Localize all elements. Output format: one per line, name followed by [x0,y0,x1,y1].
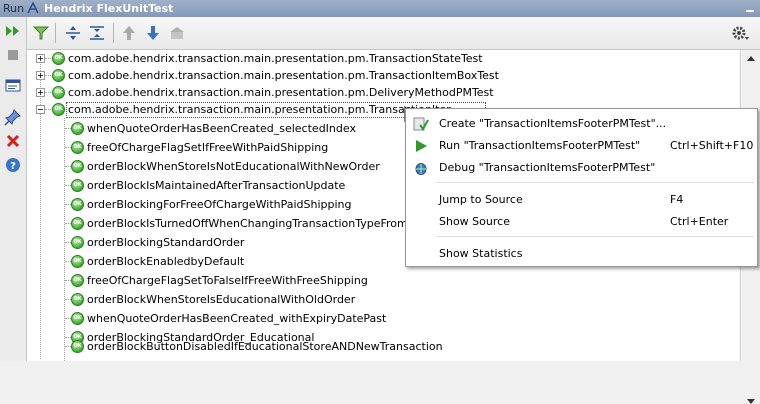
run-icon [416,140,427,152]
menu-separator [436,236,754,237]
test-method-label: orderBlockingStandardOrder [87,236,245,249]
title-bar: Run Hendrix FlexUnitTest [0,0,760,17]
test-passed-icon: OK [71,293,84,306]
expand-all-icon[interactable] [64,24,82,42]
filter-icon[interactable] [32,24,50,42]
debug-icon [415,163,427,175]
help-icon[interactable]: ? [4,156,22,174]
expand-toggle[interactable] [36,54,45,63]
test-method-label: orderBlockWhenStoreIsNotEducationalWithN… [87,160,380,173]
test-method-row[interactable]: OK orderBlockWhenStoreIsEducationalWithO… [27,291,727,309]
pin-icon[interactable] [4,108,22,126]
test-method-label: whenQuoteOrderHasBeenCreated_selectedInd… [87,122,356,135]
test-passed-icon: OK [71,141,84,154]
collapse-toggle[interactable] [36,105,45,114]
scroll-down-icon[interactable] [747,399,755,404]
collapse-all-icon[interactable] [88,24,106,42]
menu-item-label: Debug "TransactionItemsFooterPMTest" [439,161,656,174]
test-class-label: com.adobe.hendrix.transaction.main.prese… [68,52,483,65]
expand-toggle[interactable] [36,88,45,97]
tree-connector [45,92,51,93]
flexunit-run-config-icon [27,1,39,14]
test-passed-icon: OK [71,236,84,249]
scroll-up-icon[interactable] [747,56,755,61]
create-config-icon [413,117,429,131]
test-passed-icon: OK [71,217,84,230]
stop-icon[interactable] [4,46,22,64]
context-menu: Create "TransactionItemsFooterPMTest"...… [405,108,758,267]
menu-separator [436,182,754,183]
run-label: Run [3,2,25,15]
test-method-label: orderBlockIsTurnedOffWhenChangingTransac… [87,217,445,230]
test-passed-icon: OK [71,122,84,135]
menu-item-show-source[interactable]: Show Source Ctrl+Enter [406,211,757,233]
menu-item-label: Show Statistics [439,247,523,260]
test-method-label: whenQuoteOrderHasBeenCreated_withExpiryD… [87,312,387,325]
test-method-label: freeOfChargeFlagSetIfFreeWithPaidShippin… [87,141,329,154]
test-passed-icon: OK [52,103,65,116]
toolbar-separator [113,23,114,43]
expand-toggle[interactable] [36,71,45,80]
menu-item-jump-to-source[interactable]: Jump to Source F4 [406,189,757,211]
layout-icon[interactable] [4,77,22,95]
test-method-label: orderBlockingForFreeOfChargeWithPaidShip… [87,198,352,211]
test-method-label: orderBlockEnabledbyDefault [87,255,245,268]
test-method-row[interactable]: OK freeOfChargeFlagSetToFalseIfFreeWithF… [27,272,727,290]
test-passed-icon: OK [52,86,65,99]
test-passed-icon: OK [71,160,84,173]
menu-item-label: Jump to Source [439,193,523,206]
test-method-label: orderBlockWhenStoreIsEducationalWithOldO… [87,293,356,306]
menu-item-debug[interactable]: Debug "TransactionItemsFooterPMTest" [406,157,757,179]
menu-item-shortcut: F4 [670,193,684,206]
up-arrow-icon[interactable] [120,24,138,42]
test-toolbar [27,17,760,50]
tree-root-row[interactable]: OK com.adobe.hendrix.transaction.main.pr… [27,50,727,68]
test-passed-icon: OK [71,179,84,192]
toolbar-separator [55,23,56,43]
menu-item-label: Show Source [439,215,510,228]
test-class-label: com.adobe.hendrix.transaction.main.prese… [68,69,499,82]
tree-root-row[interactable]: OK com.adobe.hendrix.transaction.main.pr… [27,84,727,102]
menu-item-shortcut: Ctrl+Shift+F10 [670,139,754,152]
tree-connector [45,58,51,59]
test-method-label: orderBlockIsMaintainedAfterTransactionUp… [87,179,346,192]
menu-item-label: Create "TransactionItemsFooterPMTest"... [439,117,667,130]
settings-gear-icon[interactable] [731,24,749,42]
test-passed-icon: OK [71,340,84,353]
tree-connector [45,75,51,76]
test-method-label: orderBlockButtonDisabledIfEducationalSto… [87,340,443,353]
menu-item-run[interactable]: Run "TransactionItemsFooterPMTest" Ctrl+… [406,135,757,157]
test-method-row[interactable]: OK whenQuoteOrderHasBeenCreated_withExpi… [27,310,727,328]
test-passed-icon: OK [71,274,84,287]
tree-root-row[interactable]: OK com.adobe.hendrix.transaction.main.pr… [27,67,727,85]
test-passed-icon: OK [71,312,84,325]
test-class-label: com.adobe.hendrix.transaction.main.prese… [68,86,494,99]
import-icon[interactable] [168,24,186,42]
close-icon[interactable] [4,132,22,150]
test-passed-icon: OK [52,69,65,82]
svg-text:?: ? [10,161,16,172]
menu-item-shortcut: Ctrl+Enter [670,215,729,228]
down-arrow-icon[interactable] [144,24,162,42]
test-method-label: freeOfChargeFlagSetToFalseIfFreeWithFree… [87,274,368,287]
test-passed-icon: OK [71,255,84,268]
test-passed-icon: OK [52,52,65,65]
window-title: Hendrix FlexUnitTest [44,2,174,15]
test-method-row[interactable]: OK orderBlockButtonDisabledIfEducational… [27,338,727,356]
minimize-icon[interactable] [746,4,754,12]
menu-item-create[interactable]: Create "TransactionItemsFooterPMTest"... [406,113,757,135]
menu-item-label: Run "TransactionItemsFooterPMTest" [439,139,641,152]
test-passed-icon: OK [71,198,84,211]
rerun-icon[interactable] [4,22,22,40]
menu-item-show-statistics[interactable]: Show Statistics [406,243,757,265]
left-toolbar: ? [0,17,27,361]
tree-connector [45,109,51,110]
